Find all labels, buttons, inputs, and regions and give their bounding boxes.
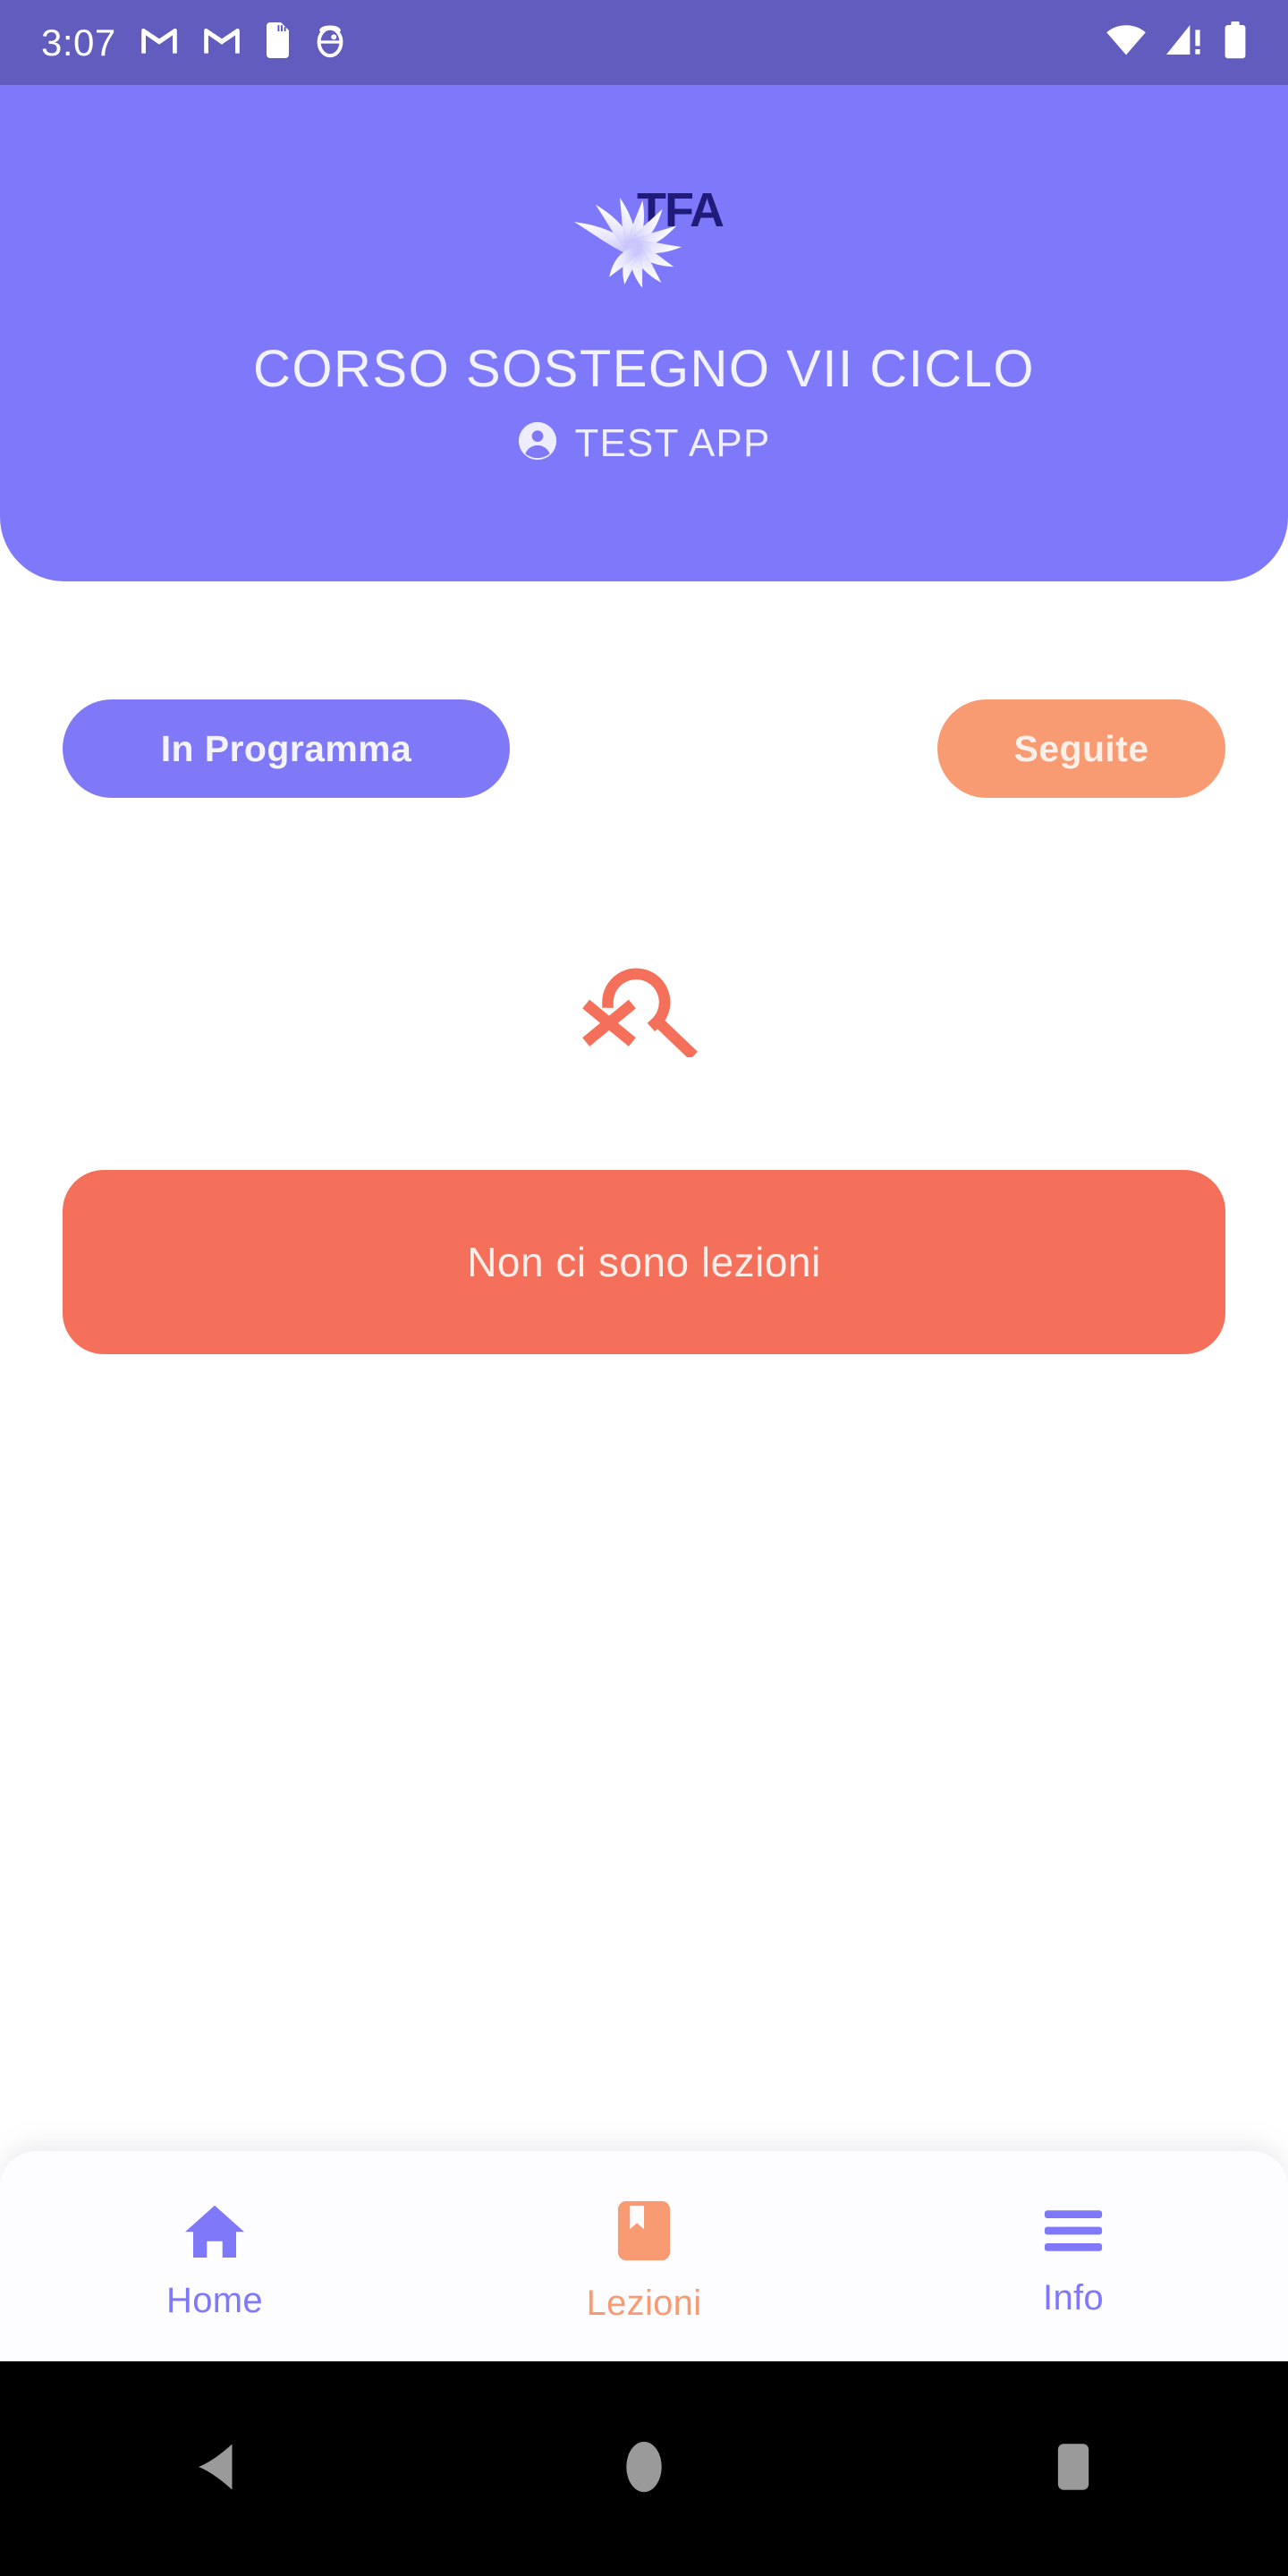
status-bar: 3:07 xyxy=(0,0,1288,85)
bookmark-book-icon xyxy=(615,2199,673,2267)
battery-icon xyxy=(1224,21,1247,64)
filter-in-programma-button[interactable]: In Programma xyxy=(63,699,510,798)
status-bar-right-group xyxy=(1106,21,1247,64)
search-off-icon xyxy=(577,950,711,1062)
no-lessons-banner: Non ci sono lezioni xyxy=(63,1170,1225,1354)
empty-state-icon-wrap xyxy=(0,950,1288,1062)
sd-card-icon xyxy=(265,22,292,63)
gmail-icon xyxy=(140,25,179,60)
tfa-sun-logo: TFA xyxy=(555,162,733,314)
no-lessons-message: Non ci sono lezioni xyxy=(467,1239,821,1285)
android-debug-icon xyxy=(315,22,345,63)
nav-label-lezioni: Lezioni xyxy=(586,2283,702,2323)
account-row: TEST APP xyxy=(517,420,770,466)
bottom-navigation-bar: Home Lezioni Info xyxy=(0,2151,1288,2361)
cellular-signal-warning-icon xyxy=(1165,24,1206,61)
recents-square-icon xyxy=(1055,2440,1091,2498)
account-circle-icon xyxy=(517,420,558,466)
gmail-icon xyxy=(202,25,242,60)
nav-item-info[interactable]: Info xyxy=(859,2151,1288,2361)
android-recents-button[interactable] xyxy=(859,2361,1288,2576)
android-back-button[interactable] xyxy=(0,2361,429,2576)
filter-seguite-button[interactable]: Seguite xyxy=(937,699,1225,798)
nav-item-lezioni[interactable]: Lezioni xyxy=(429,2151,859,2361)
account-name: TEST APP xyxy=(574,420,771,465)
status-bar-left-group: 3:07 xyxy=(41,22,345,63)
nav-label-home: Home xyxy=(166,2280,263,2320)
android-system-nav xyxy=(0,2361,1288,2576)
status-bar-clock: 3:07 xyxy=(41,21,116,64)
home-icon xyxy=(182,2201,247,2265)
lesson-filter-row: In Programma Seguite xyxy=(0,699,1288,798)
android-home-button[interactable] xyxy=(429,2361,859,2576)
back-triangle-icon xyxy=(191,2440,239,2498)
wifi-icon xyxy=(1106,24,1147,61)
app-screen: 3:07 TFA CORSO SOSTEGNO VII CICLO TEST A… xyxy=(0,0,1288,2576)
course-header-card: TFA CORSO SOSTEGNO VII CICLO TEST APP xyxy=(0,85,1288,581)
home-circle-icon xyxy=(623,2439,665,2499)
page-title: CORSO SOSTEGNO VII CICLO xyxy=(253,340,1035,398)
nav-item-home[interactable]: Home xyxy=(0,2151,429,2361)
nav-label-info: Info xyxy=(1043,2277,1104,2318)
hamburger-menu-icon xyxy=(1042,2204,1105,2262)
